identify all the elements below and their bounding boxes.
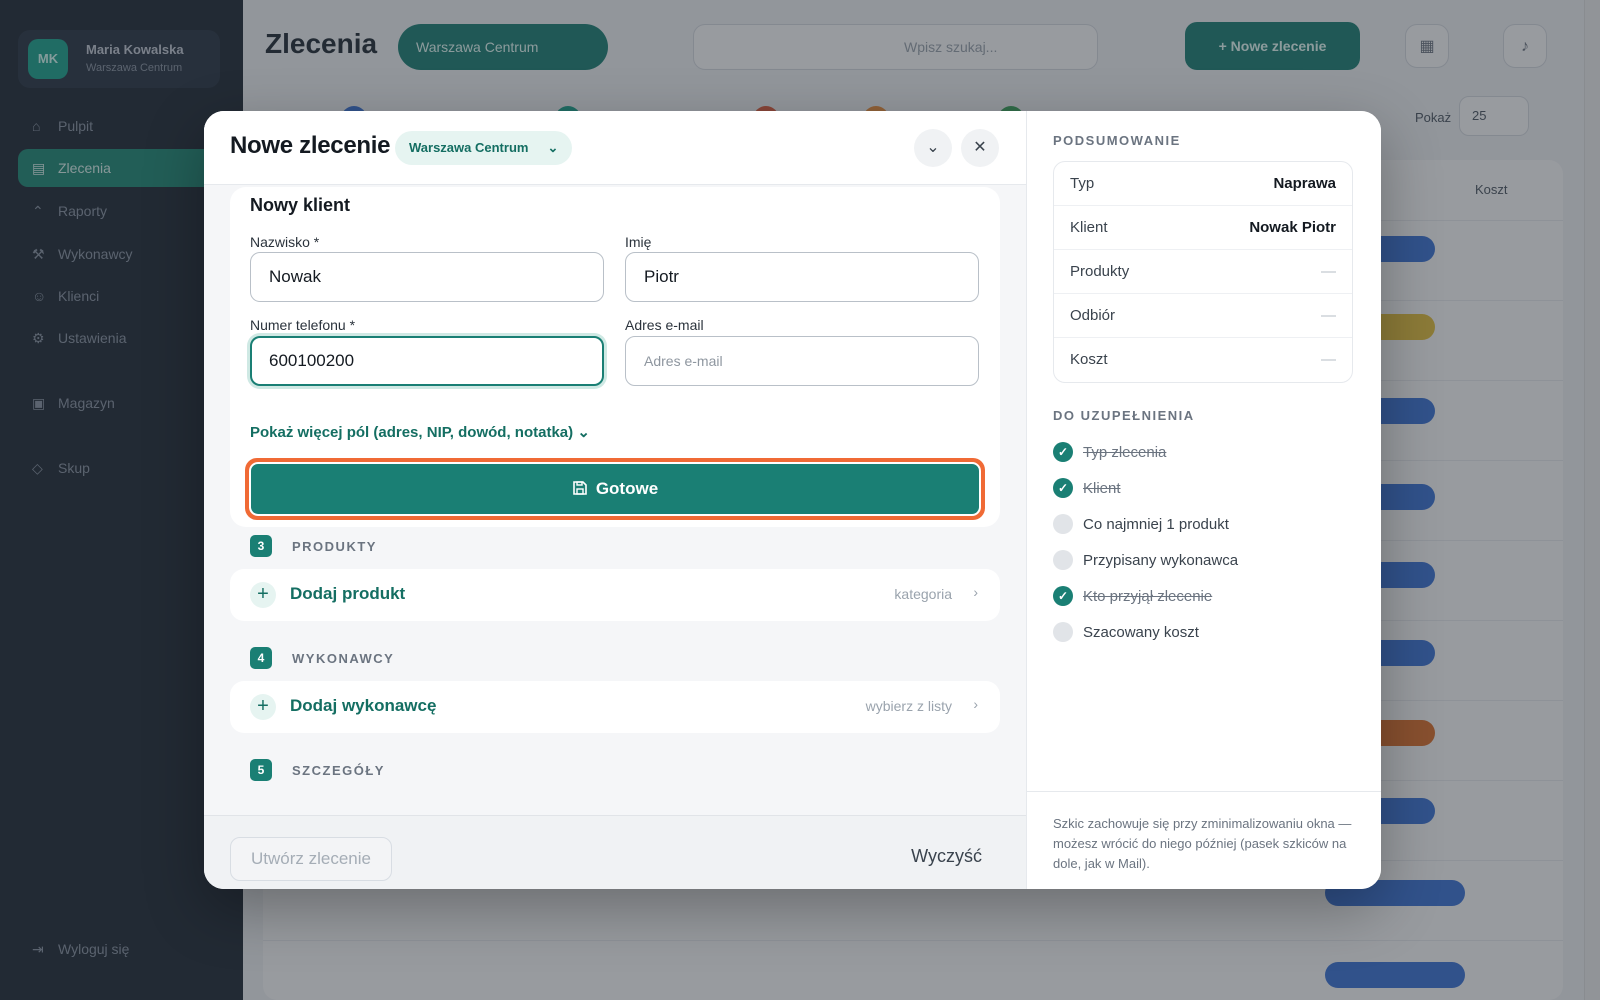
clear-button[interactable]: Wyczyść (911, 846, 982, 867)
branch-dropdown[interactable]: Warszawa Centrum ⌄ (395, 131, 573, 165)
summary-pane: PODSUMOWANIE Typ Naprawa Klient Nowak Pi… (1026, 111, 1381, 889)
check-icon: ✓ (1053, 442, 1073, 462)
section-number: 4 (250, 647, 272, 669)
summary-row: Odbiór — (1054, 294, 1352, 338)
highlight-ring: Gotowe (245, 458, 985, 520)
add-product-label: Dodaj produkt (290, 584, 406, 603)
add-product-hint: kategoria (894, 586, 952, 602)
draft-note: Szkic zachowuje się przy zminimalizowani… (1027, 791, 1381, 889)
summary-row: Klient Nowak Piotr (1054, 206, 1352, 250)
chevron-down-icon: ⌄ (577, 424, 590, 441)
add-contractor-label: Dodaj wykonawcę (290, 696, 437, 715)
done-button[interactable]: Gotowe (249, 462, 981, 516)
summary-row: Produkty — (1054, 250, 1352, 294)
todo-item: Przypisany wykonawca (1053, 550, 1353, 572)
summary-box: Typ Naprawa Klient Nowak Piotr Produkty … (1053, 161, 1353, 383)
email-field[interactable]: Adres e-mail (625, 336, 979, 386)
add-product-row[interactable]: + Dodaj produkt kategoria › (230, 569, 1000, 621)
chevron-down-icon: ⌄ (926, 139, 940, 156)
modal-header: Nowe zlecenie Warszawa Centrum ⌄ ⌄ ✕ (204, 111, 1026, 185)
modal-footer: Utwórz zlecenie Wyczyść (204, 815, 1026, 889)
form-scroll-area[interactable]: Nowy klient Nazwisko * Nowak Imię Piotr … (204, 185, 1026, 815)
minimize-button[interactable]: ⌄ (914, 129, 952, 167)
surname-field[interactable]: Nowak (250, 252, 604, 302)
summary-row: Typ Naprawa (1054, 162, 1352, 206)
phone-field[interactable]: 600100200 (250, 336, 604, 386)
phone-label: Numer telefonu * (250, 317, 356, 333)
section-label: WYKONAWCY (292, 651, 395, 666)
email-label: Adres e-mail (625, 317, 704, 333)
create-order-button[interactable]: Utwórz zlecenie (230, 837, 392, 881)
modal-title: Nowe zlecenie (230, 132, 391, 159)
form-pane: Nowe zlecenie Warszawa Centrum ⌄ ⌄ ✕ Now… (204, 111, 1026, 889)
todo-item: Szacowany koszt (1053, 622, 1353, 644)
branch-label: Warszawa Centrum (409, 140, 529, 155)
todo-heading: DO UZUPEŁNIENIA (1053, 408, 1195, 423)
todo-item: ✓ Klient (1053, 478, 1353, 500)
todo-item: ✓ Kto przyjął zlecenie (1053, 586, 1353, 608)
save-icon (572, 465, 588, 515)
show-more-fields-link[interactable]: Pokaż więcej pól (adres, NIP, dowód, not… (250, 423, 590, 441)
section-number: 3 (250, 535, 272, 557)
check-icon: ✓ (1053, 586, 1073, 606)
new-client-card: Nowy klient Nazwisko * Nowak Imię Piotr … (230, 187, 1000, 527)
empty-circle-icon (1053, 514, 1073, 534)
summary-heading: PODSUMOWANIE (1053, 133, 1181, 148)
plus-icon: + (250, 582, 276, 608)
empty-circle-icon (1053, 622, 1073, 642)
plus-icon: + (250, 694, 276, 720)
close-button[interactable]: ✕ (961, 129, 999, 167)
chevron-right-icon: › (973, 696, 978, 712)
todo-item: ✓ Typ zlecenia (1053, 442, 1353, 464)
add-contractor-row[interactable]: + Dodaj wykonawcę wybierz z listy › (230, 681, 1000, 733)
check-icon: ✓ (1053, 478, 1073, 498)
new-order-modal: Nowe zlecenie Warszawa Centrum ⌄ ⌄ ✕ Now… (204, 111, 1381, 889)
todo-item: Co najmniej 1 produkt (1053, 514, 1353, 536)
section-label: SZCZEGÓŁY (292, 763, 385, 778)
surname-label: Nazwisko * (250, 234, 320, 250)
name-field[interactable]: Piotr (625, 252, 979, 302)
chevron-right-icon: › (973, 584, 978, 600)
name-label: Imię (625, 234, 652, 250)
section-label: PRODUKTY (292, 539, 377, 554)
empty-circle-icon (1053, 550, 1073, 570)
chevron-down-icon: ⌄ (547, 140, 559, 155)
add-contractor-hint: wybierz z listy (865, 698, 952, 714)
section-number: 5 (250, 759, 272, 781)
summary-row: Koszt — (1070, 351, 1336, 368)
card-title: Nowy klient (250, 195, 351, 215)
close-icon: ✕ (973, 139, 987, 156)
